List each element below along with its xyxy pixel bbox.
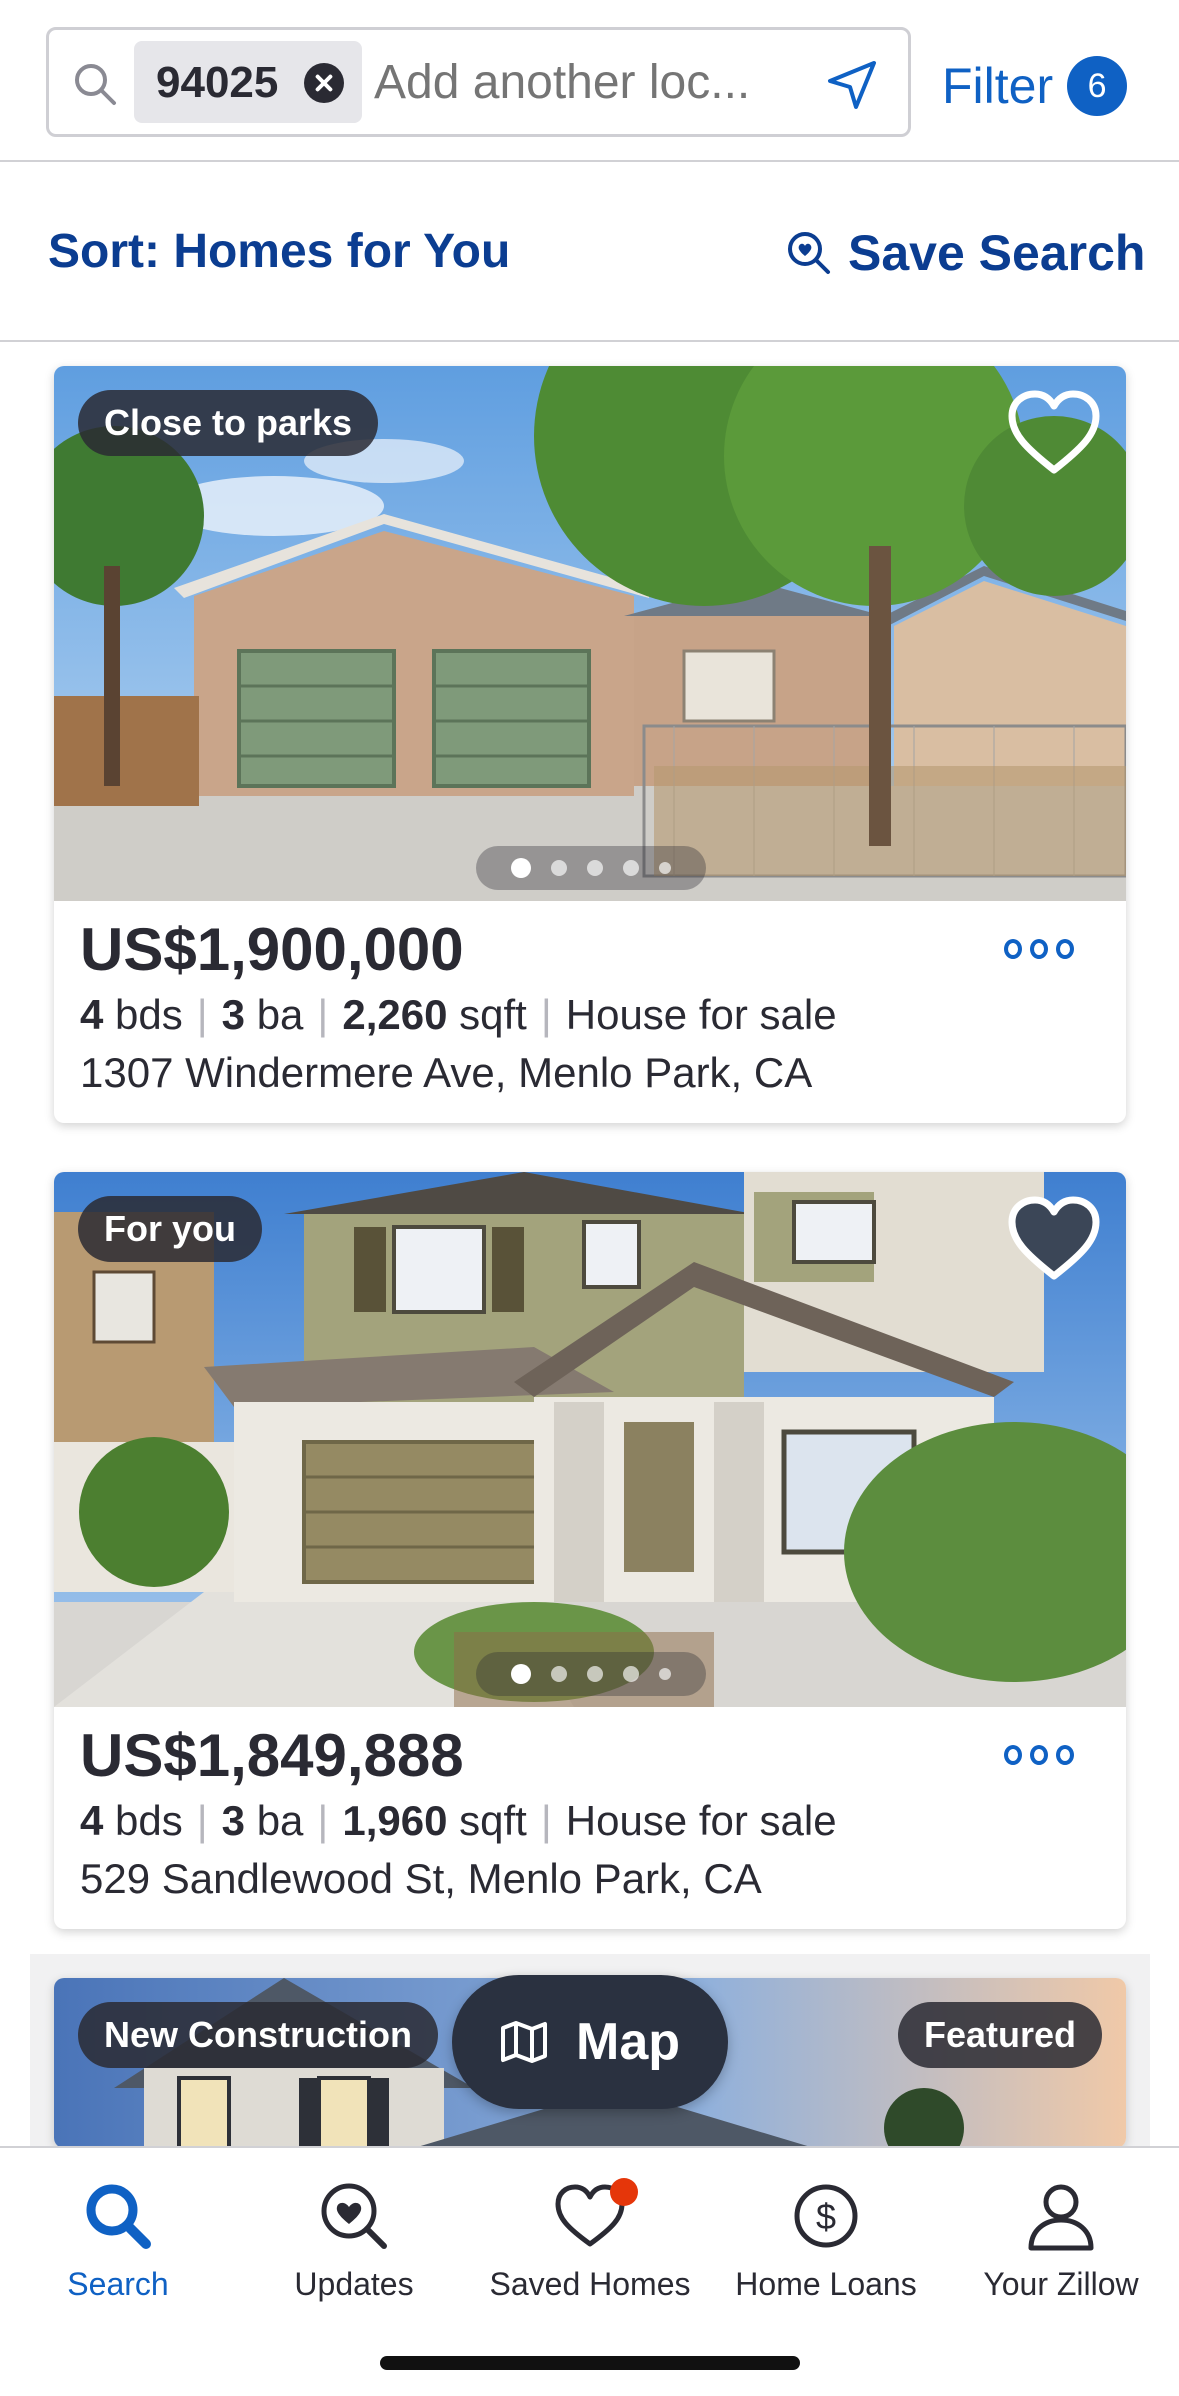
listing-tag: For you bbox=[78, 1196, 262, 1262]
baths-unit: ba bbox=[256, 991, 304, 1038]
listing-tag: New Construction bbox=[78, 2002, 439, 2068]
search-icon bbox=[86, 2184, 151, 2249]
beds-count: 4 bbox=[80, 1797, 104, 1844]
location-search-box[interactable]: 94025 bbox=[46, 27, 911, 137]
listing-status: House for sale bbox=[565, 1797, 837, 1844]
svg-text:$: $ bbox=[816, 2196, 836, 2237]
listing-photo[interactable]: Close to parks bbox=[54, 366, 1126, 901]
beds-count: 4 bbox=[80, 991, 104, 1038]
person-icon bbox=[1028, 2184, 1094, 2251]
more-options-icon[interactable] bbox=[1004, 939, 1074, 963]
home-indicator bbox=[380, 2356, 800, 2370]
current-location-icon[interactable] bbox=[824, 57, 880, 113]
sort-button[interactable]: Sort: Homes for You bbox=[48, 224, 510, 279]
carousel-dot bbox=[587, 860, 603, 876]
tab-home-loans-label: Home Loans bbox=[735, 2266, 917, 2302]
more-options-icon[interactable] bbox=[1004, 1745, 1074, 1769]
sqft-count: 1,960 bbox=[342, 1797, 448, 1844]
tab-updates-label: Updates bbox=[294, 2266, 414, 2302]
sqft-count: 2,260 bbox=[342, 991, 448, 1038]
dollar-icon: $ bbox=[794, 2184, 858, 2248]
search-icon bbox=[75, 64, 116, 105]
listing-details: US$1,900,000 4 bds | 3 ba | 2,260 sqft | House… bbox=[54, 901, 1126, 1123]
sqft-unit: sqft bbox=[459, 991, 527, 1038]
listing-status: House for sale bbox=[565, 991, 837, 1038]
save-home-heart-icon[interactable] bbox=[1006, 1194, 1102, 1284]
save-search-icon bbox=[788, 232, 830, 274]
baths-unit: ba bbox=[256, 1797, 304, 1844]
search-input[interactable] bbox=[374, 48, 794, 116]
tab-your-zillow[interactable]: Your Zillow bbox=[943, 2178, 1179, 2308]
listing-price: US$1,900,000 bbox=[80, 916, 464, 983]
listing-address: 1307 Windermere Ave, Menlo Park, CA bbox=[80, 1049, 813, 1096]
listing-card[interactable]: Close to parks US$1,900,000 4 bds | 3 ba | 2… bbox=[54, 366, 1126, 1123]
save-search-button[interactable]: Save Search bbox=[786, 224, 1145, 282]
carousel-dot bbox=[659, 862, 671, 874]
carousel-dot bbox=[551, 860, 567, 876]
sqft-unit: sqft bbox=[459, 1797, 527, 1844]
save-search-label: Save Search bbox=[848, 225, 1146, 281]
tab-saved-homes-label: Saved Homes bbox=[489, 2266, 691, 2302]
photo-carousel-dots[interactable] bbox=[476, 846, 706, 890]
listing-address: 529 Sandlewood St, Menlo Park, CA bbox=[80, 1855, 762, 1902]
baths-count: 3 bbox=[221, 991, 246, 1038]
filter-count-badge: 6 bbox=[1067, 56, 1128, 116]
tab-home-loans[interactable]: $ Home Loans bbox=[708, 2178, 944, 2308]
carousel-dot bbox=[659, 1668, 671, 1680]
carousel-dot bbox=[623, 860, 639, 876]
listing-details: US$1,849,888 4 bds | 3 ba | 1,960 sqft | House… bbox=[54, 1707, 1126, 1929]
notification-badge bbox=[610, 2178, 638, 2206]
featured-tag: Featured bbox=[897, 2002, 1102, 2068]
carousel-dot bbox=[511, 1664, 531, 1684]
save-home-heart-icon[interactable] bbox=[1006, 388, 1102, 478]
sort-bar: Sort: Homes for You Save Search bbox=[0, 162, 1179, 342]
tab-search-label: Search bbox=[67, 2266, 169, 2302]
updates-icon bbox=[321, 2183, 387, 2249]
carousel-dot bbox=[587, 1666, 603, 1682]
carousel-dot bbox=[551, 1666, 567, 1682]
filter-button[interactable]: Filter 6 bbox=[942, 56, 1128, 116]
carousel-dot bbox=[511, 858, 531, 878]
tab-search[interactable]: Search bbox=[0, 2178, 236, 2308]
beds-unit: bds bbox=[115, 1797, 183, 1844]
listing-facts: 4 bds | 3 ba | 1,960 sqft | House for sale bbox=[80, 1797, 837, 1844]
tab-your-zillow-label: Your Zillow bbox=[983, 2266, 1139, 2302]
listing-tag: Close to parks bbox=[78, 390, 379, 456]
tab-saved-homes[interactable]: Saved Homes bbox=[472, 2178, 708, 2308]
baths-count: 3 bbox=[221, 1797, 246, 1844]
search-header: 94025 Filter 6 bbox=[0, 0, 1179, 162]
map-icon bbox=[501, 2021, 547, 2063]
listing-card[interactable]: For you US$1,849,888 4 bds | 3 ba | 1,960 sq… bbox=[54, 1172, 1126, 1929]
photo-carousel-dots[interactable] bbox=[476, 1652, 706, 1696]
carousel-dot bbox=[623, 1666, 639, 1682]
beds-unit: bds bbox=[115, 991, 183, 1038]
location-chip: 94025 bbox=[134, 41, 362, 123]
listing-photo[interactable]: For you bbox=[54, 1172, 1126, 1707]
map-button-label: Map bbox=[576, 2013, 680, 2071]
tab-updates[interactable]: Updates bbox=[236, 2178, 472, 2308]
clear-location-icon[interactable] bbox=[304, 63, 344, 103]
location-chip-label: 94025 bbox=[156, 58, 279, 107]
listing-facts: 4 bds | 3 ba | 2,260 sqft | House for sale bbox=[80, 991, 837, 1038]
bottom-tab-bar: Search Updates Saved Homes $ Home Loans … bbox=[0, 2146, 1179, 2396]
map-button[interactable]: Map bbox=[452, 1975, 728, 2109]
filter-label: Filter bbox=[942, 58, 1054, 114]
listing-price: US$1,849,888 bbox=[80, 1722, 464, 1789]
